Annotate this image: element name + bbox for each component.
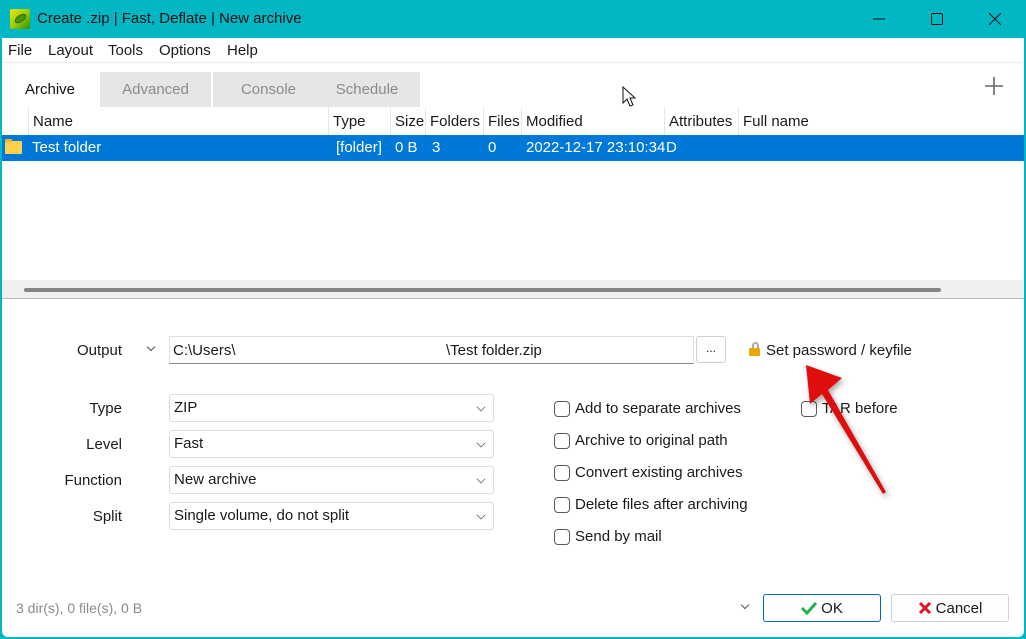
checkbox-box bbox=[554, 464, 570, 481]
level-select[interactable]: Fast bbox=[169, 430, 494, 458]
cancel-label: Cancel bbox=[935, 599, 983, 617]
column-header-attributes[interactable]: Attributes bbox=[664, 108, 738, 135]
checkbox-label: Archive to original path bbox=[575, 432, 728, 449]
type-value: ZIP bbox=[174, 399, 198, 416]
column-header-type[interactable]: Type bbox=[328, 108, 390, 135]
mouse-cursor-icon bbox=[622, 86, 637, 107]
checkbox-label: Send by mail bbox=[575, 528, 662, 545]
set-password-label: Set password / keyfile bbox=[766, 342, 912, 359]
cell-files: 0 bbox=[488, 139, 497, 156]
output-history-chevron-icon[interactable] bbox=[146, 342, 156, 352]
chevron-down-icon bbox=[476, 402, 486, 412]
client-area: File Layout Tools Options Help Archive A… bbox=[2, 38, 1024, 637]
split-select[interactable]: Single volume, do not split bbox=[169, 502, 494, 530]
cell-size: 0 B bbox=[395, 139, 418, 156]
function-select[interactable]: New archive bbox=[169, 466, 494, 494]
ok-button[interactable]: OK bbox=[763, 594, 881, 622]
menu-file[interactable]: File bbox=[8, 42, 32, 59]
add-files-button[interactable] bbox=[982, 74, 1006, 98]
menu-layout[interactable]: Layout bbox=[48, 42, 93, 59]
browse-button[interactable]: ... bbox=[696, 336, 726, 363]
checkbox-label: TAR before bbox=[822, 400, 898, 417]
function-value: New archive bbox=[174, 471, 257, 488]
output-label: Output bbox=[76, 342, 122, 359]
convert-existing-archives-checkbox[interactable]: Convert existing archives bbox=[554, 464, 743, 481]
cell-modified: 2022-12-17 23:10:34 bbox=[526, 139, 666, 156]
menu-options[interactable]: Options bbox=[159, 42, 211, 59]
tab-advanced[interactable]: Advanced bbox=[100, 72, 211, 107]
column-header-size[interactable]: Size bbox=[390, 108, 425, 135]
archive-to-original-path-checkbox[interactable]: Archive to original path bbox=[554, 432, 728, 449]
menu-help[interactable]: Help bbox=[227, 42, 258, 59]
type-select[interactable]: ZIP bbox=[169, 394, 494, 422]
output-path-start: C:\Users\ bbox=[173, 342, 236, 359]
set-password-link[interactable]: Set password / keyfile bbox=[749, 342, 912, 359]
chevron-down-icon bbox=[476, 510, 486, 520]
level-value: Fast bbox=[174, 435, 204, 452]
plus-icon bbox=[985, 77, 1003, 95]
unlocked-padlock-icon bbox=[749, 342, 760, 356]
cell-folders: 3 bbox=[432, 139, 441, 156]
checkbox-box bbox=[801, 400, 817, 417]
app-window: Create .zip | Fast, Deflate | New archiv… bbox=[0, 0, 1026, 639]
column-header-modified[interactable]: Modified bbox=[521, 108, 664, 135]
minimize-button[interactable] bbox=[850, 0, 908, 38]
type-label: Type bbox=[89, 400, 122, 417]
menu-bar: File Layout Tools Options Help bbox=[2, 38, 1024, 63]
menu-tools[interactable]: Tools bbox=[108, 42, 143, 59]
tab-schedule[interactable]: Schedule bbox=[314, 72, 420, 107]
maximize-button[interactable] bbox=[908, 0, 966, 38]
file-list[interactable]: Name Type Size Folders Files Modified At… bbox=[2, 108, 1024, 280]
checkbox-box bbox=[554, 400, 570, 417]
close-icon bbox=[989, 13, 1001, 25]
red-x-icon bbox=[918, 601, 931, 615]
minimize-icon bbox=[873, 18, 885, 20]
tab-bar: Archive Advanced Console Schedule bbox=[2, 72, 1024, 108]
checkbox-box bbox=[554, 496, 570, 513]
delete-files-after-archiving-checkbox[interactable]: Delete files after archiving bbox=[554, 496, 748, 513]
table-row[interactable]: Test folder [folder] 0 B 3 0 2022-12-17 … bbox=[2, 135, 1024, 161]
column-header-full-name[interactable]: Full name bbox=[738, 108, 1024, 135]
checkmark-icon bbox=[801, 601, 818, 615]
ok-label: OK bbox=[821, 599, 843, 617]
window-title: Create .zip | Fast, Deflate | New archiv… bbox=[37, 10, 302, 27]
output-path-input[interactable]: C:\Users\ \Test folder.zip bbox=[169, 336, 694, 364]
column-header-name[interactable]: Name bbox=[28, 108, 328, 135]
cancel-button[interactable]: Cancel bbox=[891, 594, 1009, 622]
column-header-folders[interactable]: Folders bbox=[425, 108, 483, 135]
tab-archive[interactable]: Archive bbox=[2, 72, 98, 107]
column-header-files[interactable]: Files bbox=[483, 108, 521, 135]
chevron-down-icon bbox=[476, 438, 486, 448]
checkbox-label: Delete files after archiving bbox=[575, 496, 748, 513]
add-to-separate-archives-checkbox[interactable]: Add to separate archives bbox=[554, 400, 741, 417]
function-label: Function bbox=[64, 472, 122, 489]
chevron-down-icon bbox=[476, 474, 486, 484]
split-value: Single volume, do not split bbox=[174, 507, 350, 524]
split-label: Split bbox=[92, 508, 122, 525]
cell-type: [folder] bbox=[336, 139, 382, 156]
close-button[interactable] bbox=[966, 0, 1024, 38]
cell-name: Test folder bbox=[32, 139, 102, 156]
status-text: 3 dir(s), 0 file(s), 0 B bbox=[16, 600, 143, 616]
send-by-mail-checkbox[interactable]: Send by mail bbox=[554, 528, 662, 545]
tar-before-checkbox[interactable]: TAR before bbox=[801, 400, 898, 417]
checkbox-box bbox=[554, 432, 570, 449]
horizontal-scrollbar[interactable] bbox=[24, 288, 941, 292]
title-bar[interactable]: Create .zip | Fast, Deflate | New archiv… bbox=[0, 0, 1026, 38]
more-options-chevron-icon[interactable] bbox=[740, 600, 750, 610]
maximize-icon bbox=[931, 13, 943, 25]
checkbox-label: Convert existing archives bbox=[575, 464, 743, 481]
checkbox-box bbox=[554, 528, 570, 545]
checkbox-label: Add to separate archives bbox=[575, 400, 741, 417]
folder-icon bbox=[5, 139, 22, 154]
tab-console[interactable]: Console bbox=[213, 72, 324, 107]
level-label: Level bbox=[86, 436, 122, 453]
cell-attributes: D bbox=[666, 139, 677, 156]
peazip-app-icon bbox=[10, 9, 30, 29]
output-path-end: \Test folder.zip bbox=[446, 342, 542, 359]
panel-splitter[interactable] bbox=[2, 280, 1024, 299]
